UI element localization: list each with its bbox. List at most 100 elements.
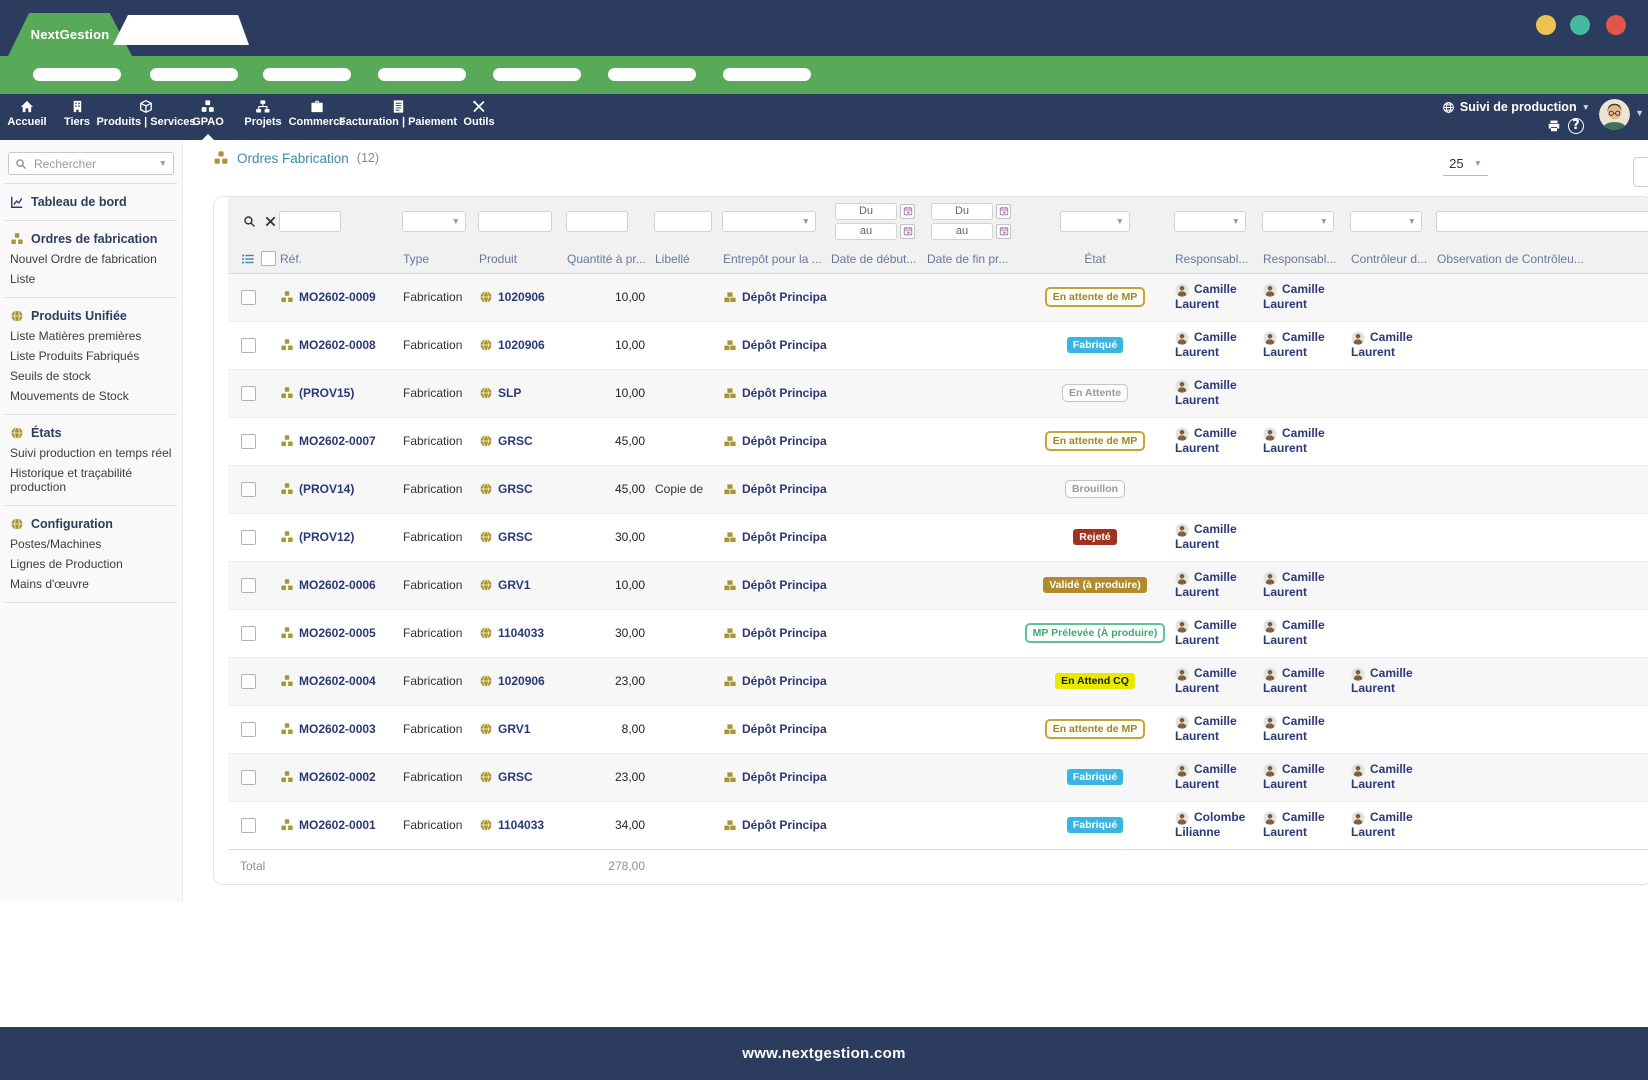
sidebar-link[interactable]: Suivi production en temps réel bbox=[0, 443, 182, 463]
responsible-2-link[interactable]: CamilleLaurent bbox=[1263, 426, 1343, 456]
nav-item-tools[interactable]: Outils bbox=[463, 99, 494, 128]
menu-pill[interactable] bbox=[263, 68, 351, 81]
brand-logo[interactable]: NextGestion bbox=[8, 13, 132, 56]
search-input[interactable] bbox=[32, 156, 154, 172]
order-ref-link[interactable]: MO2602-0002 bbox=[280, 770, 395, 784]
column-header[interactable]: Réf. bbox=[276, 245, 399, 273]
warehouse-link[interactable]: Dépôt Principal bbox=[723, 338, 823, 352]
responsible-1-link[interactable]: CamilleLaurent bbox=[1175, 282, 1255, 312]
product-link[interactable]: GRSC bbox=[479, 434, 559, 448]
responsible-1-link[interactable]: ColombeLilianne bbox=[1175, 810, 1255, 840]
date-from-input[interactable] bbox=[835, 203, 897, 220]
menu-pill[interactable] bbox=[150, 68, 238, 81]
column-filter-select[interactable]: ▼ bbox=[1060, 211, 1130, 232]
date-to-input[interactable] bbox=[931, 223, 993, 240]
warehouse-link[interactable]: Dépôt Principal bbox=[723, 386, 823, 400]
calendar-icon[interactable] bbox=[996, 204, 1011, 219]
product-link[interactable]: GRV1 bbox=[479, 722, 559, 736]
controller-link[interactable]: CamilleLaurent bbox=[1351, 330, 1429, 360]
nav-item-home[interactable]: Accueil bbox=[7, 99, 46, 128]
column-filter-input[interactable] bbox=[566, 211, 628, 232]
product-link[interactable]: GRSC bbox=[479, 770, 559, 784]
product-link[interactable]: 1020906 bbox=[479, 338, 559, 352]
row-checkbox[interactable] bbox=[241, 626, 256, 641]
product-link[interactable]: GRV1 bbox=[479, 578, 559, 592]
column-header[interactable]: Entrepôt pour la ... bbox=[719, 245, 827, 273]
responsible-1-link[interactable]: CamilleLaurent bbox=[1175, 426, 1255, 456]
warehouse-link[interactable]: Dépôt Principal bbox=[723, 578, 823, 592]
product-link[interactable]: SLP bbox=[479, 386, 559, 400]
sidebar-item-dashboard[interactable]: Tableau de bord bbox=[0, 192, 182, 212]
row-checkbox[interactable] bbox=[241, 578, 256, 593]
warehouse-link[interactable]: Dépôt Principal bbox=[723, 434, 823, 448]
sidebar-link[interactable]: Liste bbox=[0, 269, 182, 289]
column-filter-select[interactable]: ▼ bbox=[1174, 211, 1246, 232]
sidebar-link[interactable]: Lignes de Production bbox=[0, 554, 182, 574]
window-dot-red[interactable] bbox=[1606, 15, 1626, 35]
responsible-1-link[interactable]: CamilleLaurent bbox=[1175, 666, 1255, 696]
responsible-2-link[interactable]: CamilleLaurent bbox=[1263, 666, 1343, 696]
column-header[interactable]: État bbox=[1019, 245, 1171, 273]
column-header[interactable]: Responsabl... bbox=[1259, 245, 1347, 273]
nav-item-briefcase[interactable]: Commerce bbox=[289, 99, 346, 128]
sidebar-link[interactable]: Nouvel Ordre de fabrication bbox=[0, 249, 182, 269]
menu-pill[interactable] bbox=[723, 68, 811, 81]
column-filter-input[interactable] bbox=[654, 211, 712, 232]
order-ref-link[interactable]: MO2602-0007 bbox=[280, 434, 395, 448]
sidebar-link[interactable]: Mouvements de Stock bbox=[0, 386, 182, 406]
date-from-input[interactable] bbox=[931, 203, 993, 220]
date-to-input[interactable] bbox=[835, 223, 897, 240]
product-link[interactable]: 1104033 bbox=[479, 626, 559, 640]
nav-item-building[interactable]: Tiers bbox=[64, 99, 90, 128]
list-fields-icon[interactable] bbox=[241, 252, 255, 266]
sidebar-section-title[interactable]: Ordres de fabrication bbox=[0, 229, 182, 249]
controller-link[interactable]: CamilleLaurent bbox=[1351, 762, 1429, 792]
warehouse-link[interactable]: Dépôt Principal bbox=[723, 674, 823, 688]
order-ref-link[interactable]: MO2602-0003 bbox=[280, 722, 395, 736]
controller-link[interactable]: CamilleLaurent bbox=[1351, 666, 1429, 696]
help-icon[interactable]: ? bbox=[1568, 118, 1584, 134]
row-checkbox[interactable] bbox=[241, 674, 256, 689]
row-checkbox[interactable] bbox=[241, 338, 256, 353]
order-ref-link[interactable]: MO2602-0001 bbox=[280, 818, 395, 832]
sidebar-section-title[interactable]: Configuration bbox=[0, 514, 182, 534]
menu-pill[interactable] bbox=[493, 68, 581, 81]
product-link[interactable]: 1104033 bbox=[479, 818, 559, 832]
nav-item-invoice[interactable]: Facturation | Paiement bbox=[339, 99, 457, 128]
order-ref-link[interactable]: MO2602-0006 bbox=[280, 578, 395, 592]
page-title[interactable]: Ordres Fabrication bbox=[237, 151, 349, 166]
menu-pill[interactable] bbox=[33, 68, 121, 81]
apply-filter-icon[interactable] bbox=[243, 215, 256, 228]
responsible-2-link[interactable]: CamilleLaurent bbox=[1263, 282, 1343, 312]
responsible-1-link[interactable]: CamilleLaurent bbox=[1175, 618, 1255, 648]
overflow-button[interactable] bbox=[1633, 157, 1648, 187]
window-dot-teal[interactable] bbox=[1570, 15, 1590, 35]
context-menu[interactable]: Suivi de production ▼ bbox=[1442, 100, 1590, 114]
column-header[interactable]: Type bbox=[399, 245, 475, 273]
row-checkbox[interactable] bbox=[241, 770, 256, 785]
sidebar-link[interactable]: Historique et traçabilité production bbox=[0, 463, 182, 497]
sidebar-link[interactable]: Mains d'œuvre bbox=[0, 574, 182, 594]
order-ref-link[interactable]: MO2602-0009 bbox=[280, 290, 395, 304]
sidebar-link[interactable]: Postes/Machines bbox=[0, 534, 182, 554]
order-ref-link[interactable]: (PROV12) bbox=[280, 530, 395, 544]
responsible-2-link[interactable]: CamilleLaurent bbox=[1263, 330, 1343, 360]
row-checkbox[interactable] bbox=[241, 530, 256, 545]
responsible-1-link[interactable]: CamilleLaurent bbox=[1175, 762, 1255, 792]
column-filter-input[interactable] bbox=[478, 211, 552, 232]
column-filter-select[interactable]: ▼ bbox=[1350, 211, 1422, 232]
column-header[interactable]: Produit bbox=[475, 245, 563, 273]
order-ref-link[interactable]: MO2602-0008 bbox=[280, 338, 395, 352]
product-link[interactable]: GRSC bbox=[479, 530, 559, 544]
responsible-2-link[interactable]: CamilleLaurent bbox=[1263, 762, 1343, 792]
column-filter-select[interactable]: ▼ bbox=[722, 211, 816, 232]
row-checkbox[interactable] bbox=[241, 722, 256, 737]
column-header[interactable]: Contrôleur d... bbox=[1347, 245, 1433, 273]
column-header[interactable]: Quantité à pr... bbox=[563, 245, 651, 273]
column-header[interactable]: Date de début... bbox=[827, 245, 923, 273]
order-ref-link[interactable]: MO2602-0004 bbox=[280, 674, 395, 688]
row-checkbox[interactable] bbox=[241, 818, 256, 833]
nav-item-sitemap[interactable]: Projets bbox=[244, 99, 281, 128]
sidebar-link[interactable]: Seuils de stock bbox=[0, 366, 182, 386]
responsible-2-link[interactable]: CamilleLaurent bbox=[1263, 618, 1343, 648]
